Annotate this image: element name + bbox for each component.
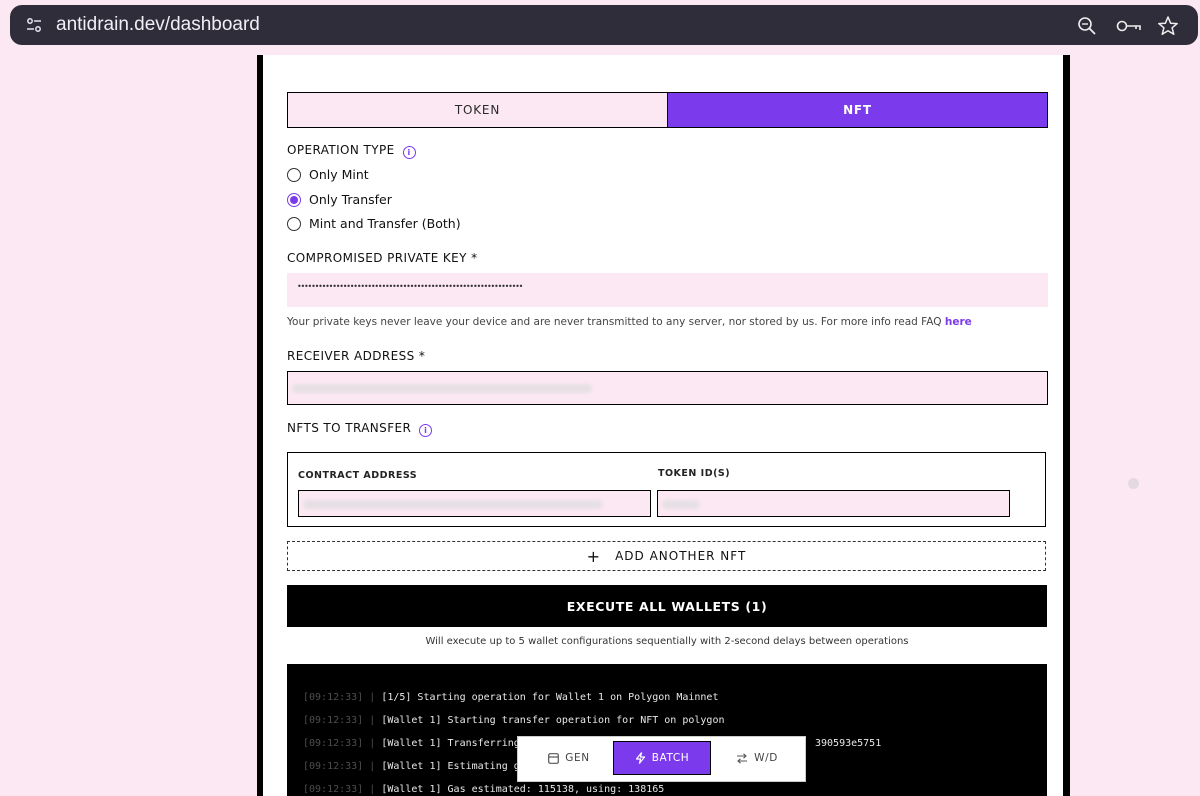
redacted-value bbox=[292, 384, 592, 393]
radio-circle[interactable] bbox=[287, 216, 301, 231]
radio-only-transfer[interactable]: Only Transfer bbox=[287, 192, 392, 207]
private-key-label: COMPROMISED PRIVATE KEY * bbox=[287, 251, 478, 265]
lightning-icon bbox=[635, 752, 646, 764]
gen-label: GEN bbox=[565, 752, 590, 764]
log-message: [1/5] Starting operation for Wallet 1 on… bbox=[381, 692, 719, 703]
wd-label: W/D bbox=[754, 752, 778, 764]
log-timestamp: [09:12:33] bbox=[303, 738, 364, 749]
add-nft-label: ADD ANOTHER NFT bbox=[615, 549, 747, 563]
radio-circle-selected[interactable] bbox=[287, 192, 301, 207]
info-icon[interactable]: i bbox=[402, 146, 416, 159]
contract-address-header: CONTRACT ADDRESS bbox=[298, 470, 418, 481]
log-message: [Wallet 1] Transferring N bbox=[381, 738, 532, 749]
gen-button[interactable]: GEN bbox=[526, 741, 612, 775]
floating-mode-nav: GEN BATCH W/D bbox=[517, 736, 806, 782]
browser-chrome: antidrain.dev/dashboard bbox=[0, 0, 1200, 55]
log-message: [Wallet 1] Gas estimated: 115138, using:… bbox=[381, 784, 665, 795]
log-line-tail: 390593e5751 bbox=[815, 738, 882, 749]
radio-circle[interactable] bbox=[287, 167, 301, 182]
log-line: [09:12:33] | [Wallet 1] Starting transfe… bbox=[303, 715, 725, 726]
dashboard-panel: TOKEN NFT OPERATION TYPE i Only Mint Only… bbox=[257, 55, 1070, 796]
nfts-label-text: NFTS TO TRANSFER bbox=[287, 421, 412, 435]
tab-nft[interactable]: NFT bbox=[668, 93, 1047, 127]
log-timestamp: [09:12:33] bbox=[303, 692, 364, 703]
decorative-dot bbox=[1128, 478, 1139, 489]
log-message: [Wallet 1] Estimating gas bbox=[381, 761, 532, 772]
batch-label: BATCH bbox=[651, 752, 690, 764]
address-bar[interactable]: antidrain.dev/dashboard bbox=[10, 5, 1198, 45]
radio-label: Only Mint bbox=[309, 167, 369, 182]
nfts-to-transfer-label: NFTS TO TRANSFER i bbox=[287, 421, 433, 437]
contract-address-input[interactable] bbox=[298, 490, 651, 517]
receiver-label: RECEIVER ADDRESS * bbox=[287, 349, 426, 363]
log-message: [Wallet 1] Starting transfer operation f… bbox=[381, 715, 725, 726]
privacy-note: Your private keys never leave your devic… bbox=[287, 316, 972, 328]
plus-icon: + bbox=[586, 546, 602, 566]
privacy-note-text: Your private keys never leave your devic… bbox=[287, 316, 945, 328]
log-timestamp: [09:12:33] bbox=[303, 715, 364, 726]
private-key-input[interactable]: ••••••••••••••••••••••••••••••••••••••••… bbox=[287, 273, 1048, 307]
log-line: [09:12:33] | [Wallet 1] Estimating gas bbox=[303, 761, 532, 772]
asset-tabs: TOKEN NFT bbox=[287, 92, 1048, 128]
batch-button[interactable]: BATCH bbox=[613, 741, 711, 775]
log-line: [09:12:33] | [1/5] Starting operation fo… bbox=[303, 692, 719, 703]
token-ids-input[interactable] bbox=[657, 490, 1010, 517]
redacted-value bbox=[303, 500, 603, 509]
log-line: [09:12:33] | [Wallet 1] Gas estimated: 1… bbox=[303, 784, 665, 795]
info-icon[interactable]: i bbox=[419, 424, 433, 437]
receiver-address-input[interactable] bbox=[287, 371, 1048, 405]
log-timestamp: [09:12:33] bbox=[303, 784, 364, 795]
redacted-value bbox=[662, 500, 700, 509]
save-icon bbox=[548, 752, 560, 764]
tab-token[interactable]: TOKEN bbox=[288, 93, 668, 127]
log-line: [09:12:33] | [Wallet 1] Transferring N bbox=[303, 738, 532, 749]
swap-icon bbox=[736, 752, 748, 764]
panel-content: TOKEN NFT OPERATION TYPE i Only Mint Only… bbox=[263, 55, 1063, 796]
radio-label: Only Transfer bbox=[309, 192, 392, 207]
operation-type-label: OPERATION TYPE i bbox=[287, 143, 416, 159]
url-text[interactable]: antidrain.dev/dashboard bbox=[56, 5, 260, 45]
faq-link[interactable]: here bbox=[945, 316, 972, 328]
execute-all-wallets-button[interactable]: EXECUTE ALL WALLETS (1) bbox=[287, 585, 1047, 627]
radio-only-mint[interactable]: Only Mint bbox=[287, 167, 369, 182]
nft-entry: CONTRACT ADDRESS TOKEN ID(S) bbox=[287, 452, 1046, 527]
operation-type-text: OPERATION TYPE bbox=[287, 143, 395, 157]
execute-note: Will execute up to 5 wallet configuratio… bbox=[425, 636, 909, 647]
key-icon[interactable] bbox=[1116, 15, 1142, 37]
site-settings-icon[interactable] bbox=[24, 15, 44, 35]
star-icon[interactable] bbox=[1157, 15, 1179, 37]
wd-button[interactable]: W/D bbox=[714, 741, 800, 775]
token-ids-header: TOKEN ID(S) bbox=[658, 468, 731, 479]
add-another-nft-button[interactable]: + ADD ANOTHER NFT bbox=[287, 541, 1046, 571]
radio-mint-and-transfer[interactable]: Mint and Transfer (Both) bbox=[287, 216, 461, 231]
private-key-mask: ••••••••••••••••••••••••••••••••••••••••… bbox=[297, 282, 523, 291]
log-timestamp: [09:12:33] bbox=[303, 761, 364, 772]
radio-label: Mint and Transfer (Both) bbox=[309, 216, 461, 231]
zoom-icon[interactable] bbox=[1076, 15, 1098, 37]
